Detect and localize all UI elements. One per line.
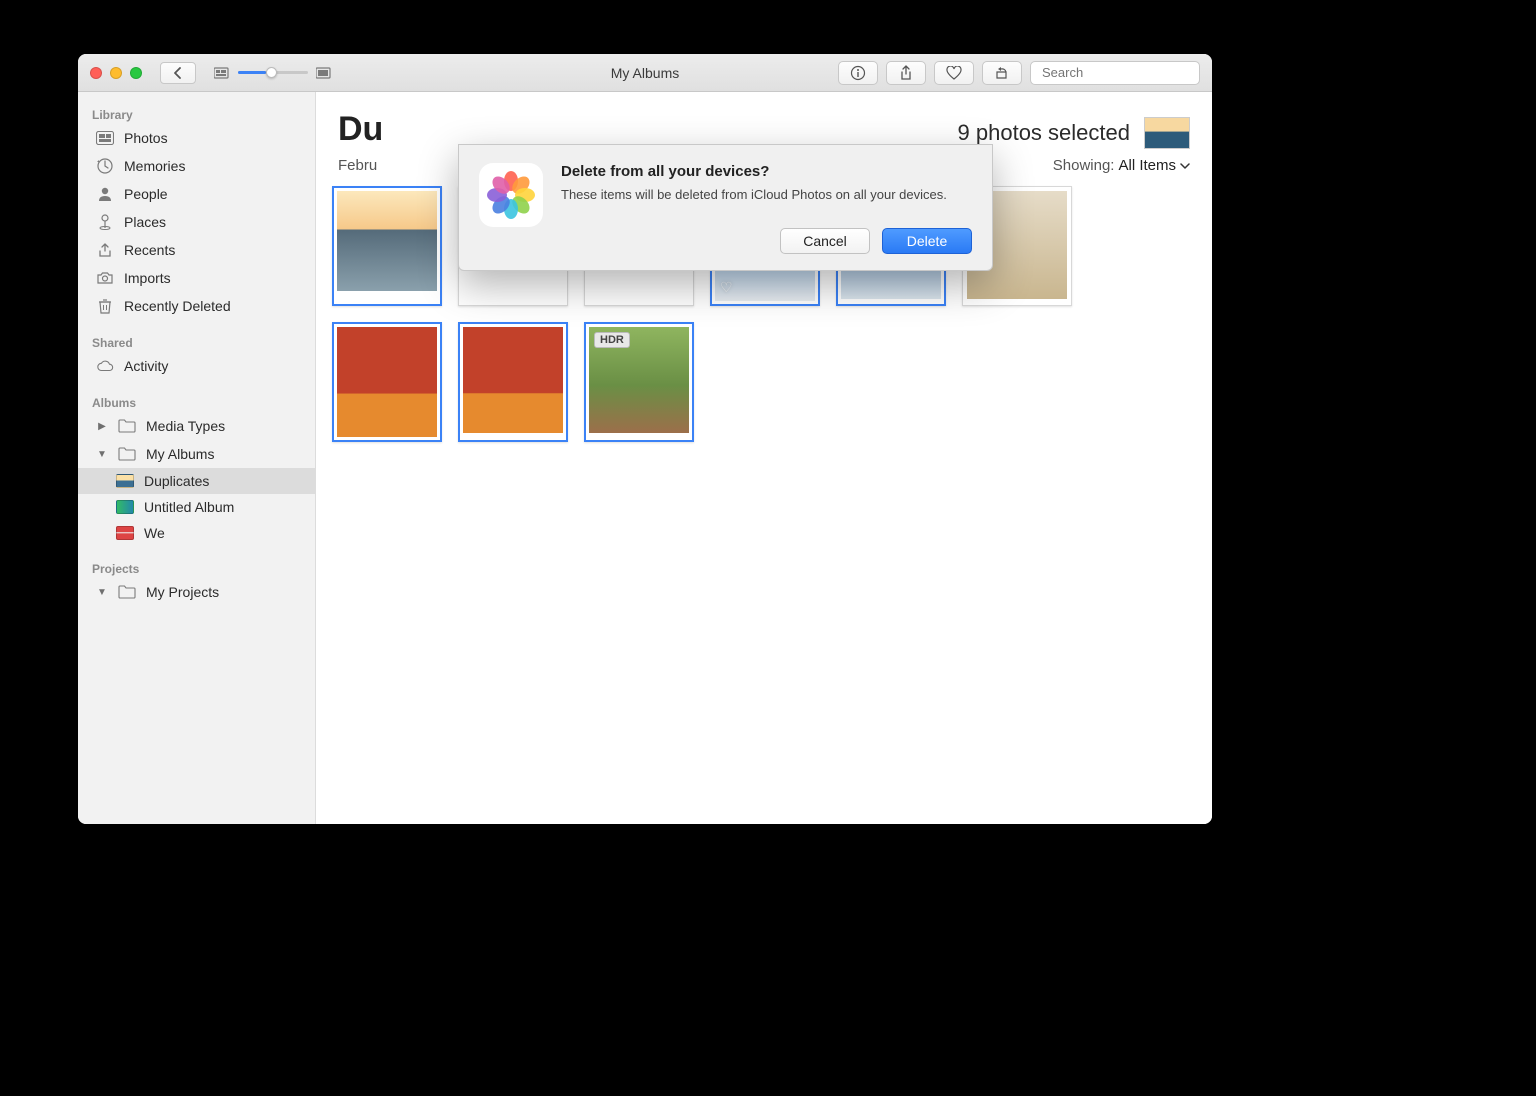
section-library: Library: [78, 102, 315, 124]
selection-count: 9 photos selected: [958, 120, 1130, 146]
selection-thumbnail: [1144, 117, 1190, 149]
sidebar-item-label: Duplicates: [144, 473, 209, 489]
recents-icon: [96, 241, 114, 259]
info-icon: [850, 65, 866, 81]
sidebar-item-people[interactable]: People: [78, 180, 315, 208]
folder-icon: [118, 445, 136, 463]
rotate-button[interactable]: [982, 61, 1022, 85]
sidebar-item-label: My Projects: [146, 584, 219, 600]
sidebar-item-places[interactable]: Places: [78, 208, 315, 236]
sidebar-item-label: We: [144, 525, 165, 541]
photos-icon: [96, 129, 114, 147]
album-date: Febru: [338, 157, 377, 174]
share-button[interactable]: [886, 61, 926, 85]
section-shared: Shared: [78, 330, 315, 352]
folder-icon: [118, 583, 136, 601]
sidebar-item-memories[interactable]: Memories: [78, 152, 315, 180]
sidebar-item-recents[interactable]: Recents: [78, 236, 315, 264]
maximize-window[interactable]: [130, 67, 142, 79]
sidebar-item-label: Untitled Album: [144, 499, 234, 515]
sidebar-item-label: Recently Deleted: [124, 298, 231, 314]
heart-icon: [946, 66, 962, 80]
rotate-icon: [994, 65, 1010, 81]
favorite-heart-icon: ♡: [720, 279, 733, 296]
sidebar-item-photos[interactable]: Photos: [78, 124, 315, 152]
info-button[interactable]: [838, 61, 878, 85]
cancel-button[interactable]: Cancel: [780, 228, 870, 254]
sidebar-item-activity[interactable]: Activity: [78, 352, 315, 380]
disclosure-down-icon: ▼: [96, 587, 108, 598]
thumbnail-small-icon: [214, 67, 230, 79]
dialog-title: Delete from all your devices?: [561, 163, 972, 180]
folder-icon: [118, 417, 136, 435]
chevron-left-icon: [173, 67, 183, 79]
photos-app-icon: [479, 163, 543, 227]
showing-filter[interactable]: Showing: All Items: [1053, 157, 1190, 174]
close-window[interactable]: [90, 67, 102, 79]
sidebar: Library Photos Memories People Places Recent…: [78, 92, 316, 824]
sidebar-item-recently-deleted[interactable]: Recently Deleted: [78, 292, 315, 320]
app-window: My Albums Library PhotosMemoriesPeopl: [78, 54, 1212, 824]
share-icon: [899, 65, 913, 81]
album-thumbnail-icon: [116, 500, 134, 514]
sidebar-album-we[interactable]: We: [78, 520, 315, 546]
photo-thumbnail[interactable]: [458, 322, 568, 442]
minimize-window[interactable]: [110, 67, 122, 79]
sidebar-item-label: Recents: [124, 242, 175, 258]
photo-thumbnail[interactable]: [332, 186, 442, 306]
delete-button[interactable]: Delete: [882, 228, 972, 254]
thumbnail-large-icon: [316, 67, 332, 79]
sidebar-item-label: Photos: [124, 130, 168, 146]
disclosure-down-icon: ▼: [96, 449, 108, 460]
sidebar-item-label: Imports: [124, 270, 171, 286]
sidebar-item-label: Memories: [124, 158, 185, 174]
favorite-button[interactable]: [934, 61, 974, 85]
sidebar-item-label: Media Types: [146, 418, 225, 434]
titlebar: My Albums: [78, 54, 1212, 92]
album-thumbnail-icon: [116, 526, 134, 540]
showing-label: Showing:: [1053, 157, 1115, 174]
sidebar-item-label: My Albums: [146, 446, 214, 462]
sidebar-my-projects[interactable]: ▼ My Projects: [78, 578, 315, 606]
zoom-slider[interactable]: [238, 71, 308, 74]
sidebar-my-albums[interactable]: ▼ My Albums: [78, 440, 315, 468]
section-projects: Projects: [78, 556, 315, 578]
traffic-lights: [90, 67, 142, 79]
photo-thumbnail[interactable]: [332, 322, 442, 442]
sidebar-item-imports[interactable]: Imports: [78, 264, 315, 292]
search-input[interactable]: [1042, 65, 1212, 80]
search-field[interactable]: [1030, 61, 1200, 85]
sidebar-album-duplicates[interactable]: Duplicates: [78, 468, 315, 494]
sidebar-item-label: People: [124, 186, 168, 202]
dialog-message: These items will be deleted from iCloud …: [561, 186, 972, 204]
chevron-down-icon: [1180, 162, 1190, 170]
album-thumbnail-icon: [116, 474, 134, 488]
album-title: Du: [338, 110, 383, 149]
hdr-badge: HDR: [594, 332, 630, 348]
showing-value: All Items: [1118, 157, 1176, 174]
sidebar-album-untitled-album[interactable]: Untitled Album: [78, 494, 315, 520]
people-icon: [96, 185, 114, 203]
disclosure-right-icon: ▶: [96, 421, 108, 432]
sidebar-media-types[interactable]: ▶ Media Types: [78, 412, 315, 440]
photo-thumbnail[interactable]: HDR: [584, 322, 694, 442]
memories-icon: [96, 157, 114, 175]
cloud-icon: [96, 357, 114, 375]
imports-icon: [96, 269, 114, 287]
zoom-control: [214, 67, 332, 79]
sidebar-item-label: Places: [124, 214, 166, 230]
delete-dialog: Delete from all your devices? These item…: [458, 144, 993, 271]
sidebar-item-label: Activity: [124, 358, 168, 374]
places-icon: [96, 213, 114, 231]
section-albums: Albums: [78, 390, 315, 412]
trash-icon: [96, 297, 114, 315]
back-button[interactable]: [160, 62, 196, 84]
